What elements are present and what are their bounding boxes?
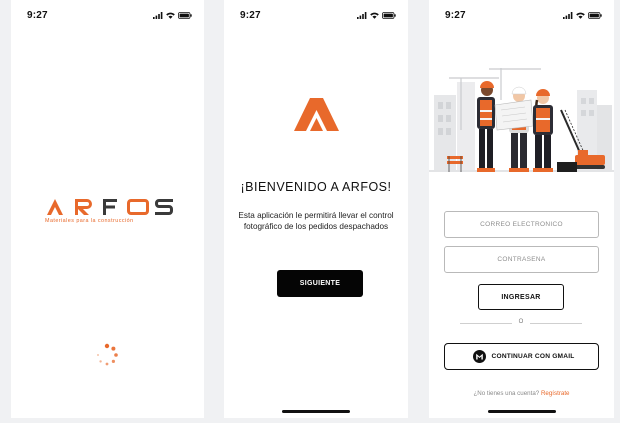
status-bar: 9:27 — [224, 0, 408, 30]
wifi-icon — [166, 12, 175, 19]
login-button[interactable]: INGRESAR — [478, 284, 564, 310]
battery-icon — [588, 12, 602, 19]
signal-icon — [563, 12, 573, 19]
status-bar: 9:27 — [429, 0, 614, 30]
welcome-description: Esta aplicación le permitirá llevar el c… — [238, 211, 394, 231]
gmail-icon — [472, 350, 486, 363]
status-bar: 9:27 — [11, 0, 204, 30]
home-indicator[interactable] — [282, 410, 350, 413]
home-indicator[interactable] — [487, 410, 556, 413]
welcome-screen: 9:27 ¡BIENVENIDO A ARFOS! Esta aplicació… — [224, 0, 408, 418]
signup-prompt: ¿No tienes una cuenta? Regístrate — [429, 390, 614, 397]
gmail-button-label: CONTINUAR CON GMAIL — [491, 353, 575, 360]
signal-icon — [153, 12, 163, 19]
email-field[interactable] — [444, 211, 599, 238]
signal-icon — [357, 12, 367, 19]
welcome-title: ¡BIENVENIDO A ARFOS! — [240, 180, 392, 194]
or-separator: O — [518, 319, 524, 325]
status-time: 9:27 — [240, 10, 261, 21]
battery-icon — [178, 12, 192, 19]
splash-screen: 9:27 Materiales para la construcción — [11, 0, 204, 418]
divider-right — [530, 323, 582, 324]
system-icons — [563, 12, 602, 19]
wifi-icon — [370, 12, 379, 19]
arfos-logo — [47, 199, 173, 215]
construction-workers-illustration — [429, 68, 614, 172]
wifi-icon — [576, 12, 585, 19]
system-icons — [153, 12, 192, 19]
login-screen: 9:27 CORREO ELECTRÓNICO INGRESAR O CONTI… — [429, 0, 614, 418]
password-field[interactable] — [444, 246, 599, 273]
signup-link[interactable]: Regístrate — [541, 390, 570, 397]
next-button[interactable]: SIGUIENTE — [277, 270, 363, 297]
arfos-a-logo-icon — [294, 98, 339, 131]
status-time: 9:27 — [27, 10, 48, 21]
signup-prompt-text: ¿No tienes una cuenta? — [473, 390, 540, 397]
system-icons — [357, 12, 396, 19]
status-time: 9:27 — [445, 10, 466, 21]
divider-left — [460, 323, 512, 324]
gmail-button[interactable]: CONTINUAR CON GMAIL — [444, 343, 599, 370]
battery-icon — [382, 12, 396, 19]
logo-tagline: Materiales para la construcción — [45, 218, 134, 224]
loading-spinner-icon — [97, 343, 118, 366]
